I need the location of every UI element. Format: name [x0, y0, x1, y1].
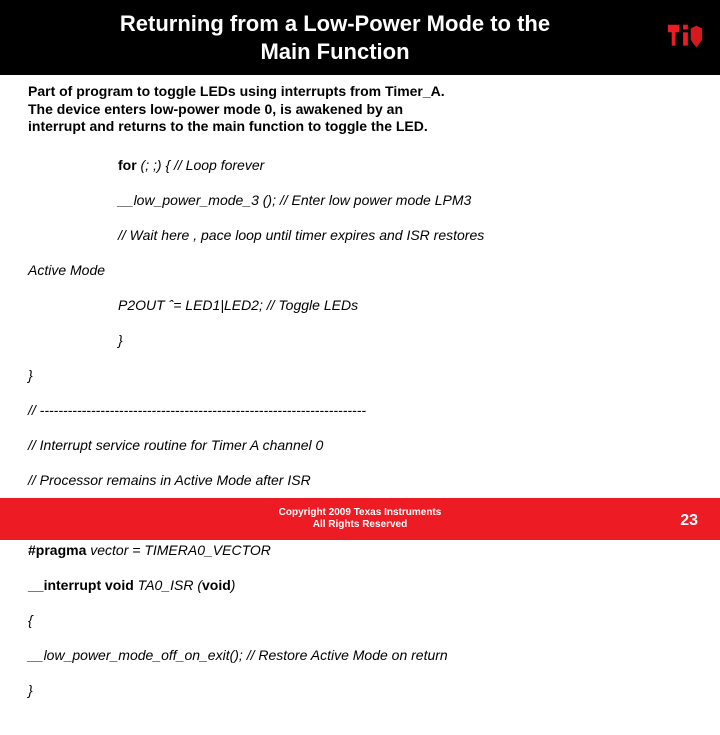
code-kw: for	[118, 157, 137, 173]
intro-line: interrupt and returns to the main functi…	[28, 118, 692, 136]
code-line: }	[28, 332, 692, 350]
code-line: Active Mode	[28, 262, 692, 280]
code-line: // Processor remains in Active Mode afte…	[28, 472, 692, 490]
code-line: }	[28, 367, 692, 385]
code-line: __low_power_mode_3 (); // Enter low powe…	[28, 192, 692, 210]
intro-line: The device enters low-power mode 0, is a…	[28, 101, 692, 119]
code-block: for (; ;) { // Loop forever __low_power_…	[28, 140, 692, 735]
code-line: for (; ;) { // Loop forever	[28, 157, 692, 175]
page-number: 23	[680, 512, 698, 530]
code-line: // Interrupt service routine for Timer A…	[28, 437, 692, 455]
code-line: {	[28, 612, 692, 630]
slide-content: Part of program to toggle LEDs using int…	[0, 75, 720, 735]
code-kw: #pragma	[28, 542, 86, 558]
code-line: __interrupt void TA0_ISR (void)	[28, 577, 692, 595]
intro-text: Part of program to toggle LEDs using int…	[28, 83, 692, 136]
footer-text: Copyright 2009 Texas Instruments All Rig…	[279, 507, 442, 531]
copyright-line: All Rights Reserved	[279, 519, 442, 531]
title-bar: Returning from a Low-Power Mode to the M…	[0, 0, 720, 75]
code-text: )	[231, 577, 236, 593]
code-kw: __interrupt void	[28, 577, 134, 593]
code-line: __low_power_mode_off_on_exit(); // Resto…	[28, 647, 692, 665]
code-text: TA0_ISR (	[134, 577, 202, 593]
code-text: (; ;) { // Loop forever	[137, 157, 265, 173]
slide-title-line1: Returning from a Low-Power Mode to the	[10, 10, 660, 38]
copyright-line: Copyright 2009 Texas Instruments	[279, 507, 442, 519]
code-line: // -------------------------------------…	[28, 402, 692, 420]
code-line: // Wait here , pace loop until timer exp…	[28, 227, 692, 245]
code-line: P2OUT ˆ= LED1|LED2; // Toggle LEDs	[28, 297, 692, 315]
code-text: vector = TIMERA0_VECTOR	[86, 542, 271, 558]
code-kw: void	[202, 577, 231, 593]
code-line: }	[28, 682, 692, 700]
footer-bar: Copyright 2009 Texas Instruments All Rig…	[0, 498, 720, 540]
slide-title-line2: Main Function	[10, 38, 660, 66]
code-line: #pragma vector = TIMERA0_VECTOR	[28, 542, 692, 560]
ti-logo-icon	[666, 22, 704, 54]
intro-line: Part of program to toggle LEDs using int…	[28, 83, 692, 101]
